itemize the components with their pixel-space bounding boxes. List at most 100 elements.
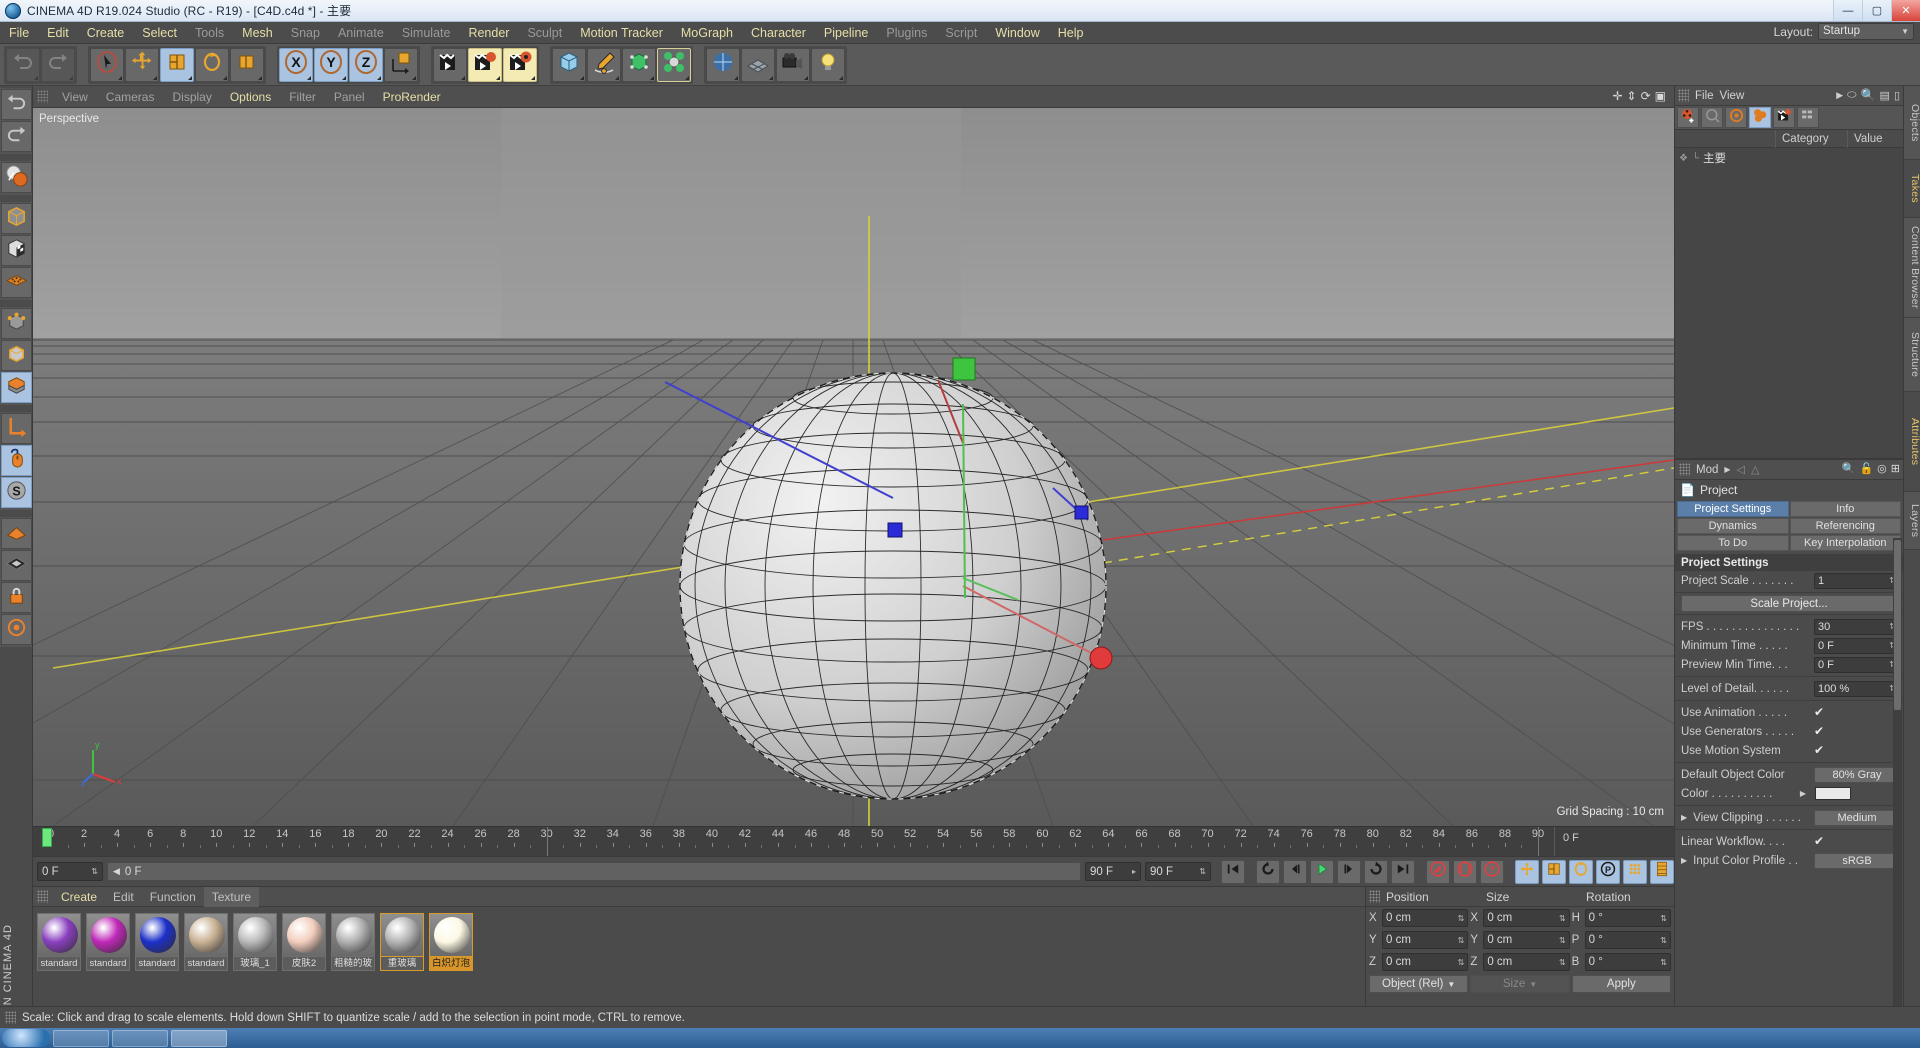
viewport-menu-prorender[interactable]: ProRender [374,86,450,108]
material-swatch[interactable] [233,913,277,957]
spinner-icon[interactable]: ⇅ [1458,914,1465,923]
polygon-mode[interactable] [1,267,32,298]
om-menu-view[interactable]: View [1720,90,1745,102]
generators-button[interactable] [622,47,656,82]
menu-item-mesh[interactable]: Mesh [233,22,282,44]
material-item[interactable]: 白炽灯泡 [429,913,473,971]
viewport-menu-cameras[interactable]: Cameras [97,86,164,108]
viewport-menu-options[interactable]: Options [221,86,280,108]
go-to-end-button[interactable] [1391,859,1415,884]
coordinate-mode-dropdown[interactable]: Object (Rel) ▼ [1369,975,1469,993]
spinner-icon[interactable]: ⇅ [1660,936,1667,945]
material-item[interactable]: standard [135,913,179,971]
material-swatch[interactable] [429,913,473,957]
spinner-icon[interactable]: ▸ [1132,867,1136,876]
add-panel-icon[interactable]: ⊞ [1891,462,1900,475]
polygons-tool[interactable] [1,372,32,403]
attr-tab-key-interpolation[interactable]: Key Interpolation [1789,535,1901,551]
menu-item-simulate[interactable]: Simulate [393,22,460,44]
search-icon[interactable]: 🔍 [1842,462,1856,475]
record-pla-button[interactable] [1623,859,1647,884]
add-cube-button[interactable] [552,47,586,82]
snap-tool[interactable]: S [1,477,32,508]
dock-tab-structure[interactable]: Structure [1904,318,1920,392]
target-tool[interactable] [1,614,32,645]
material-item[interactable]: 玻璃_1 [233,913,277,971]
record-param-button[interactable]: P [1596,859,1620,884]
lock-tool[interactable] [1,582,32,613]
world-object-axis[interactable] [384,47,418,82]
spinner-icon[interactable]: ⇅ [91,867,98,876]
maximize-view-icon[interactable]: ▣ [1655,89,1666,103]
attr-mode-menu[interactable]: Mod [1696,464,1718,476]
material-swatch[interactable] [37,913,81,957]
menu-item-sculpt[interactable]: Sculpt [518,22,571,44]
spinner-icon[interactable]: ⇅ [1660,958,1667,967]
material-preview[interactable] [1,162,32,193]
level-of-detail-field[interactable]: 100 %⇅ [1814,680,1900,697]
scale-alt-tool[interactable] [230,47,264,82]
taskbar-item[interactable] [112,1029,168,1047]
autokey-button[interactable] [1453,859,1477,884]
menu-item-motion-tracker[interactable]: Motion Tracker [571,22,672,44]
add-take-button[interactable] [1677,107,1699,128]
render-take-button[interactable] [1773,107,1795,128]
ellipse-icon[interactable]: ⬭ [1847,89,1856,102]
material-item[interactable]: 皮肤2 [282,913,326,971]
menu-item-file[interactable]: File [0,22,38,44]
material-swatch[interactable] [331,913,375,957]
move-tool[interactable] [125,47,159,82]
chevron-right-icon[interactable]: ▶ [1724,465,1730,474]
viewport-menu-filter[interactable]: Filter [280,86,325,108]
menu-item-animate[interactable]: Animate [329,22,393,44]
orbit-icon[interactable]: ⟳ [1641,89,1651,103]
menu-item-mograph[interactable]: MoGraph [672,22,742,44]
timeline-settings-button[interactable] [1650,859,1674,884]
linear-workflow-checkbox[interactable]: ✔ [1814,835,1825,847]
close-button[interactable]: ✕ [1891,0,1920,21]
spinner-icon[interactable]: ⇅ [1559,936,1566,945]
spinner-icon[interactable]: ⇅ [1199,867,1206,876]
keyframe-help-button[interactable]: ? [1480,859,1504,884]
attr-tab-info[interactable]: Info [1789,501,1901,517]
use-animation-checkbox[interactable]: ✔ [1814,706,1825,718]
default-object-color-dropdown[interactable]: 80% Gray [1814,766,1900,783]
record-button[interactable] [1426,859,1450,884]
attr-tab-project-settings[interactable]: Project Settings [1677,501,1789,517]
target-icon[interactable]: ◎ [1877,462,1887,475]
color-swatch[interactable] [1815,787,1851,800]
tree-root-item[interactable]: ❖ └ 主要 [1675,148,1903,168]
animation-range-slider[interactable]: ◀ 0 F [107,862,1081,881]
material-swatch[interactable] [282,913,326,957]
size-y-field[interactable]: 0 cm ⇅ [1483,931,1570,949]
viewport-menu-display[interactable]: Display [163,86,220,108]
menu-item-script[interactable]: Script [936,22,986,44]
play-reverse-button[interactable] [1256,859,1280,884]
dock-tab-attributes[interactable]: Attributes [1904,392,1920,492]
step-back-button[interactable] [1283,859,1307,884]
camera-button[interactable] [776,47,810,82]
input-color-profile-dropdown[interactable]: sRGB [1814,852,1900,869]
chevron-right-icon[interactable]: ▶ [1681,813,1687,822]
render-region-button[interactable] [468,47,502,82]
dock-tab-takes[interactable]: Takes [1904,160,1920,218]
spinner-icon[interactable]: ⇅ [1458,936,1465,945]
view-clipping-dropdown[interactable]: Medium [1814,809,1900,826]
scale-project-button[interactable]: Scale Project... [1681,595,1897,612]
render-settings-button[interactable] [503,47,537,82]
undo-small[interactable] [1,89,32,120]
minimize-button[interactable]: — [1833,0,1862,21]
spinner-icon[interactable]: ⇅ [1559,914,1566,923]
scale-tool[interactable] [160,47,194,82]
attr-tab-dynamics[interactable]: Dynamics [1677,518,1789,534]
dock-tab-layers[interactable]: Layers [1904,492,1920,550]
size-x-field[interactable]: 0 cm ⇅ [1483,909,1570,927]
menu-item-character[interactable]: Character [742,22,815,44]
viewport-menu-view[interactable]: View [53,86,97,108]
preview-min-time-field[interactable]: 0 F⇅ [1814,656,1900,673]
attr-tab-referencing[interactable]: Referencing [1789,518,1901,534]
panel-grip-icon[interactable] [5,1011,16,1024]
preview-end-field[interactable]: 90 F ▸ [1085,862,1141,881]
menu-item-create[interactable]: Create [78,22,134,44]
panel-grip-icon[interactable] [1679,463,1690,476]
